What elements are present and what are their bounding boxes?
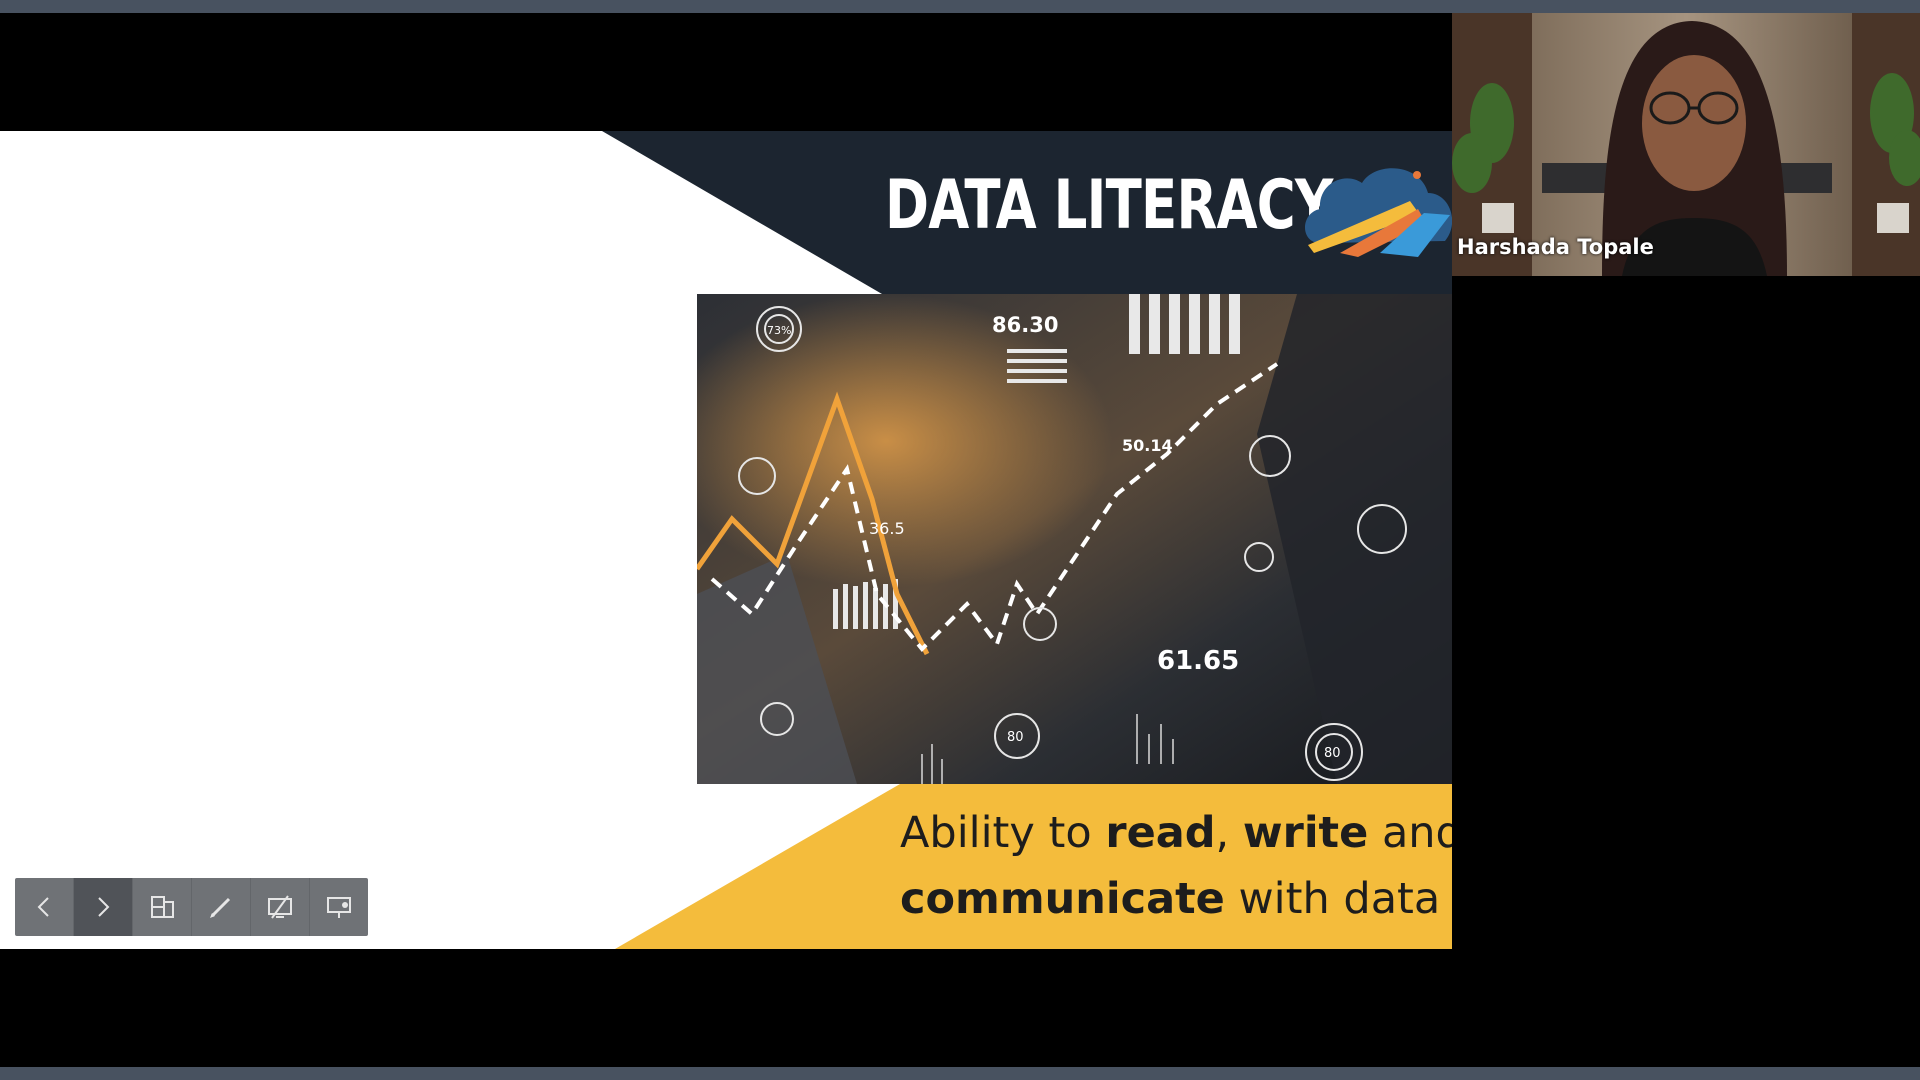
screen-slash-icon [268, 895, 292, 919]
shared-slide: DATA LITERACY 86.30 50.14 61.65 73% 36.5… [0, 131, 1452, 949]
pen-tool-button[interactable] [192, 878, 251, 936]
tagline-bold-write: write [1242, 808, 1369, 858]
tagline-text: , [1215, 808, 1243, 858]
presenter-icon [327, 897, 351, 918]
data-analytics-image: 86.30 50.14 61.65 73% 36.5 80 80 [697, 294, 1452, 784]
slide-title: DATA LITERACY [885, 166, 1333, 245]
prev-slide-button[interactable] [15, 878, 74, 936]
tagline-text: with data [1224, 874, 1441, 924]
slides-icon [151, 896, 174, 918]
hero-number-4: 73% [767, 324, 791, 337]
next-slide-button[interactable] [74, 878, 133, 936]
tagline-line-2: communicate with data [900, 866, 1452, 932]
tagline-text: and [1381, 808, 1452, 858]
slideshow-toolbar [15, 878, 368, 936]
tagline-bold-read: read [1105, 808, 1216, 858]
hero-graphic: 86.30 50.14 61.65 73% 36.5 80 80 [697, 294, 1452, 784]
hero-number-7: 80 [1324, 746, 1341, 761]
participant-video-tile[interactable]: Harshada Topale [1452, 13, 1920, 276]
window-top-bar [0, 0, 1920, 13]
hero-number-6: 80 [1007, 730, 1024, 745]
chevron-left-icon [37, 897, 49, 917]
participant-name-label: Harshada Topale [1457, 235, 1654, 259]
hero-number-5: 36.5 [869, 519, 905, 538]
hero-number-1: 86.30 [992, 313, 1058, 337]
presenter-view-button[interactable] [310, 878, 368, 936]
company-logo [1305, 168, 1452, 257]
pen-icon [210, 897, 231, 918]
hero-number-2: 50.14 [1122, 436, 1173, 455]
hide-slide-button[interactable] [251, 878, 310, 936]
slide-tagline: Ability to read, write and communicate w… [900, 800, 1452, 932]
tagline-bold-communicate: communicate [900, 874, 1225, 924]
chevron-right-icon [98, 897, 110, 917]
window-bottom-bar [0, 1067, 1920, 1080]
slides-overview-button[interactable] [133, 878, 192, 936]
tagline-text: Ability to [900, 808, 1106, 858]
hero-number-3: 61.65 [1157, 646, 1239, 676]
tagline-line-1: Ability to read, write and [900, 800, 1452, 866]
